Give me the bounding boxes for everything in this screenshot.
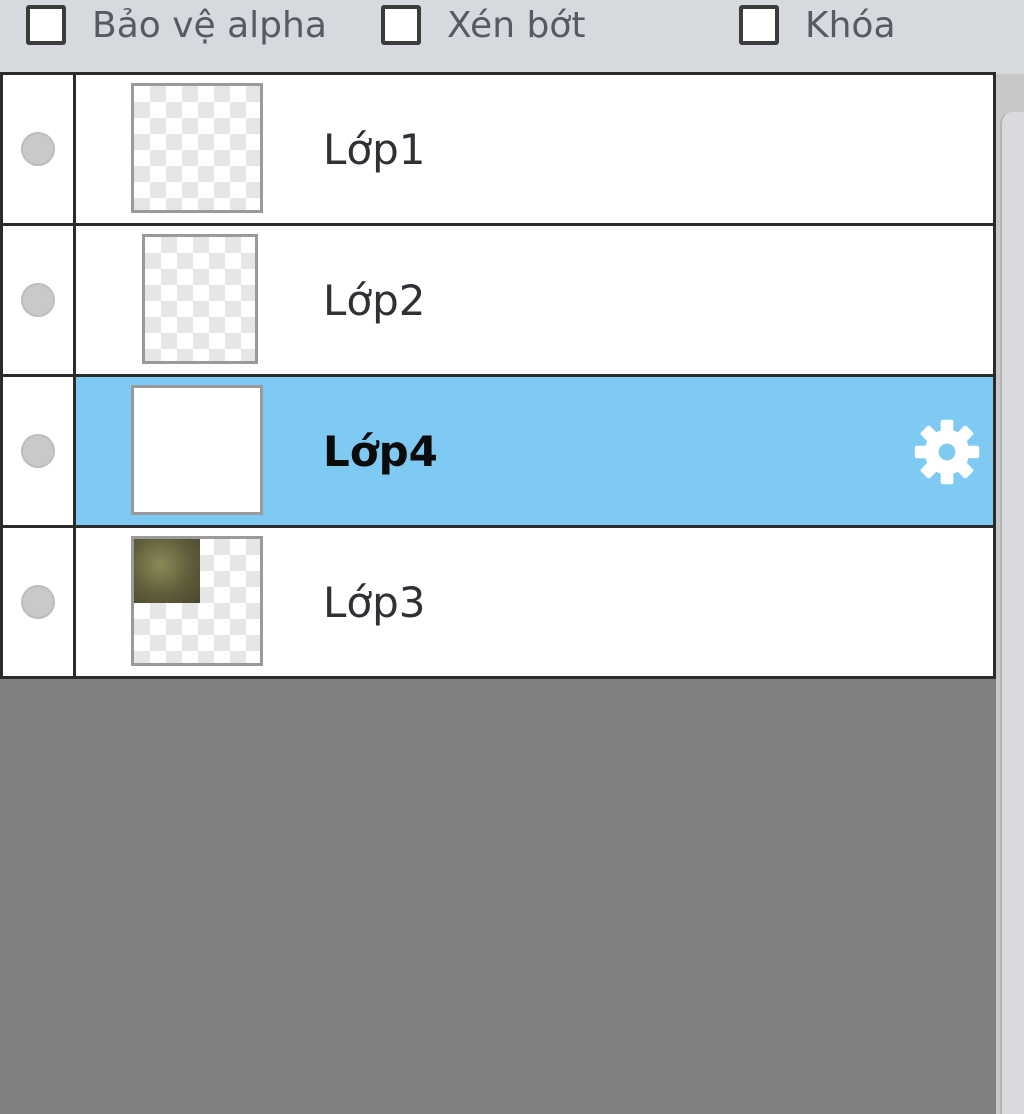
layer-row[interactable]: Lớp2 xyxy=(3,226,993,377)
layer-row[interactable]: Lớp3 xyxy=(3,528,993,676)
layers-panel: Bảo vệ alpha Xén bớt Khóa Lớp1 Lớp2 Lớp4… xyxy=(0,0,1024,1114)
clip-option[interactable]: Xén bớt xyxy=(381,0,585,50)
layer-options-bar: Bảo vệ alpha Xén bớt Khóa xyxy=(0,0,1024,74)
layer-row[interactable]: Lớp1 xyxy=(3,75,993,226)
layer-main-cell[interactable]: Lớp3 xyxy=(76,528,993,676)
visibility-toggle-icon[interactable] xyxy=(21,283,55,317)
lock-checkbox[interactable] xyxy=(739,5,779,45)
protect-alpha-option[interactable]: Bảo vệ alpha xyxy=(26,0,327,50)
layer-image-patch xyxy=(134,539,200,603)
lock-label: Khóa xyxy=(805,4,896,46)
layer-list: Lớp1 Lớp2 Lớp4 Lớp3 xyxy=(0,72,996,679)
visibility-cell[interactable] xyxy=(3,377,76,525)
visibility-toggle-icon[interactable] xyxy=(21,585,55,619)
layer-name: Lớp4 xyxy=(323,427,438,476)
layer-main-cell[interactable]: Lớp2 xyxy=(76,226,993,374)
gear-icon[interactable] xyxy=(912,417,982,487)
protect-alpha-checkbox[interactable] xyxy=(26,5,66,45)
clip-checkbox[interactable] xyxy=(381,5,421,45)
layer-thumbnail xyxy=(142,234,258,364)
layer-thumbnail xyxy=(131,83,263,213)
visibility-toggle-icon[interactable] xyxy=(21,434,55,468)
protect-alpha-label: Bảo vệ alpha xyxy=(92,4,327,46)
layer-thumbnail xyxy=(131,536,263,666)
layer-row-selected[interactable]: Lớp4 xyxy=(3,377,993,528)
lock-option[interactable]: Khóa xyxy=(739,0,896,50)
visibility-cell[interactable] xyxy=(3,528,76,676)
visibility-toggle-icon[interactable] xyxy=(21,132,55,166)
visibility-cell[interactable] xyxy=(3,75,76,223)
visibility-cell[interactable] xyxy=(3,226,76,374)
layer-thumbnail xyxy=(131,385,263,515)
layer-name: Lớp2 xyxy=(323,276,426,325)
layer-main-cell[interactable]: Lớp1 xyxy=(76,75,993,223)
layer-main-cell[interactable]: Lớp4 xyxy=(76,377,993,525)
scrollbar-thumb[interactable] xyxy=(1000,112,1024,1114)
layer-name: Lớp1 xyxy=(323,125,426,174)
layer-name: Lớp3 xyxy=(323,578,426,627)
clip-label: Xén bớt xyxy=(447,4,586,46)
